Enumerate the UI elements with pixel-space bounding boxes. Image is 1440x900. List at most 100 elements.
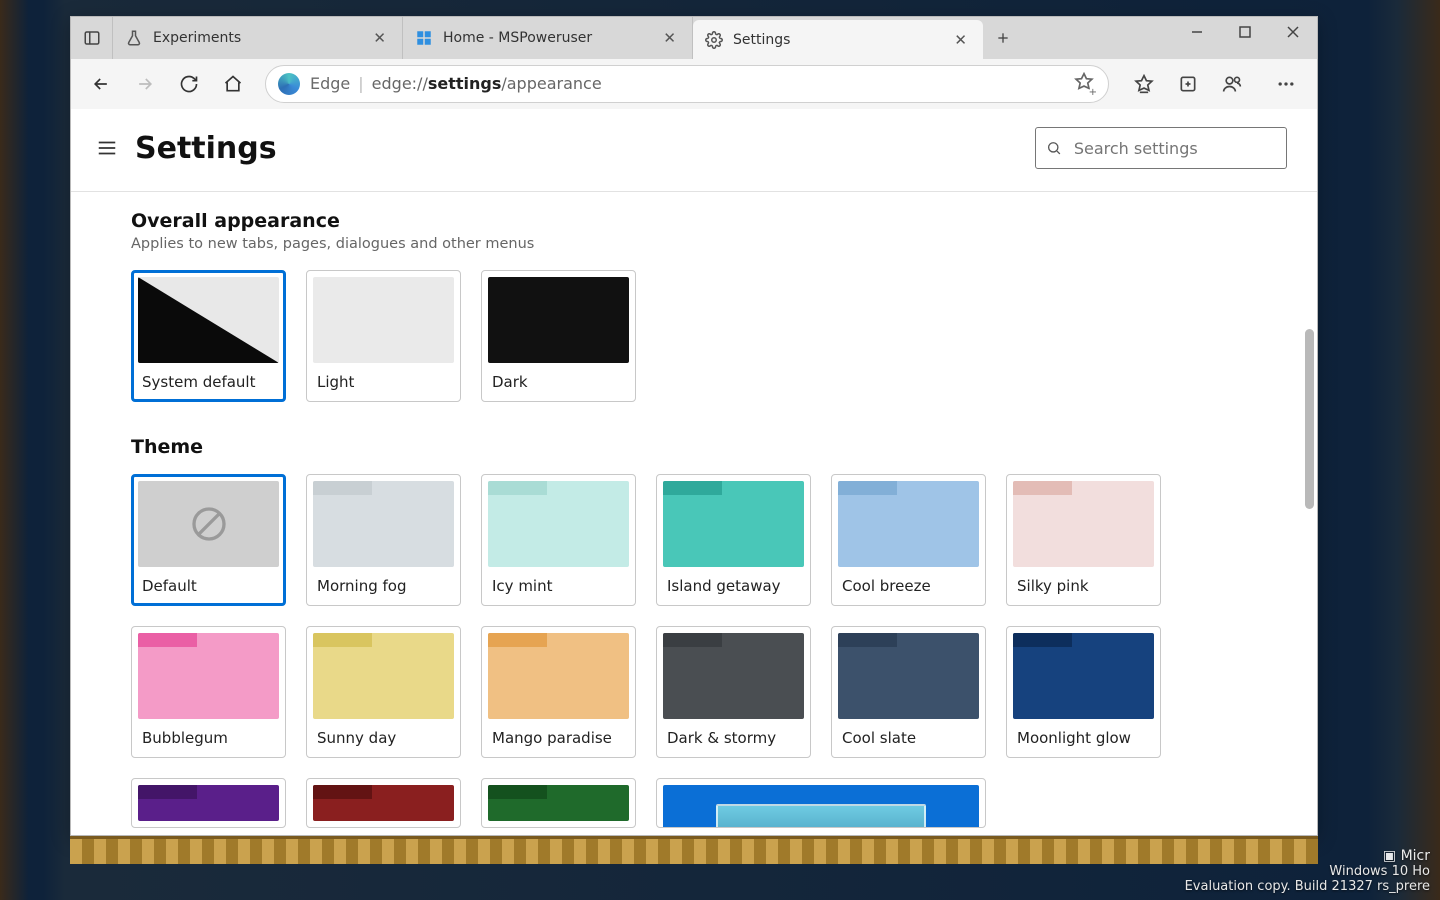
theme-swatch (313, 785, 454, 821)
add-favorite-button[interactable]: + (1074, 72, 1094, 96)
card-label: Island getaway (663, 567, 804, 599)
theme-option-partial[interactable] (306, 778, 461, 828)
appearance-options: System default Light Dark (131, 270, 1257, 402)
settings-content: Settings Overall appearance Applies to n… (71, 109, 1317, 835)
back-button[interactable] (81, 65, 121, 103)
theme-swatch (138, 785, 279, 821)
card-label: Moonlight glow (1013, 719, 1154, 751)
theme-title: Theme (131, 436, 1257, 458)
favorites-button[interactable] (1123, 65, 1165, 103)
theme-swatch (1013, 633, 1154, 719)
vertical-tabs-button[interactable] (71, 17, 113, 59)
separator: | (358, 74, 363, 93)
card-label: Morning fog (313, 567, 454, 599)
toolbar-actions (1123, 65, 1307, 103)
theme-option-moonlight-glow[interactable]: Moonlight glow (1006, 626, 1161, 758)
home-button[interactable] (213, 65, 253, 103)
card-label: Default (138, 567, 279, 599)
more-button[interactable] (1265, 65, 1307, 103)
theme-swatch (488, 633, 629, 719)
theme-option-island-getaway[interactable]: Island getaway (656, 474, 811, 606)
window-minimize[interactable] (1173, 17, 1221, 47)
appearance-option-system-default[interactable]: System default (131, 270, 286, 402)
flask-icon (125, 29, 143, 47)
new-tab-button[interactable] (983, 17, 1023, 59)
theme-swatch (488, 785, 629, 821)
tab-label: Home - MSPoweruser (443, 30, 592, 46)
theme-swatch (838, 633, 979, 719)
appearance-swatch (488, 277, 629, 363)
address-source-label: Edge (310, 74, 350, 93)
close-icon[interactable]: ✕ (369, 25, 390, 51)
tab-mspoweruser[interactable]: Home - MSPoweruser ✕ (403, 17, 693, 59)
theme-option-cool-breeze[interactable]: Cool breeze (831, 474, 986, 606)
card-label: Cool breeze (838, 567, 979, 599)
theme-option-morning-fog[interactable]: Morning fog (306, 474, 461, 606)
theme-option-cool-slate[interactable]: Cool slate (831, 626, 986, 758)
theme-swatch (663, 633, 804, 719)
overall-appearance-subtitle: Applies to new tabs, pages, dialogues an… (131, 236, 1257, 252)
card-label: Cool slate (838, 719, 979, 751)
tab-label: Settings (733, 32, 790, 48)
theme-option-dark-stormy[interactable]: Dark & stormy (656, 626, 811, 758)
window-close[interactable] (1269, 17, 1317, 47)
address-url: edge://settings/appearance (372, 74, 602, 93)
theme-option-image-theme[interactable] (656, 778, 986, 828)
tab-label: Experiments (153, 30, 241, 46)
card-label: System default (138, 363, 279, 395)
forward-button[interactable] (125, 65, 165, 103)
edge-icon (278, 73, 300, 95)
close-icon[interactable]: ✕ (659, 25, 680, 51)
titlebar: Experiments ✕ Home - MSPoweruser ✕ Setti… (71, 17, 1317, 59)
tab-settings[interactable]: Settings ✕ (693, 20, 983, 59)
card-label: Mango paradise (488, 719, 629, 751)
theme-option-icy-mint[interactable]: Icy mint (481, 474, 636, 606)
tab-experiments[interactable]: Experiments ✕ (113, 17, 403, 59)
search-settings-input[interactable] (1074, 139, 1276, 158)
card-label: Light (313, 363, 454, 395)
appearance-option-light[interactable]: Light (306, 270, 461, 402)
theme-option-partial[interactable] (131, 778, 286, 828)
window-controls (1173, 17, 1317, 59)
close-icon[interactable]: ✕ (950, 27, 971, 53)
card-label: Icy mint (488, 567, 629, 599)
toolbar: Edge | edge://settings/appearance + (71, 59, 1317, 109)
appearance-swatch (313, 277, 454, 363)
divider (71, 191, 1317, 192)
card-label: Bubblegum (138, 719, 279, 751)
overall-appearance-title: Overall appearance (131, 210, 1257, 232)
theme-option-default[interactable]: Default (131, 474, 286, 606)
theme-options-row3 (131, 778, 1257, 828)
settings-header: Settings (71, 109, 1317, 191)
appearance-swatch (138, 277, 279, 363)
collections-button[interactable] (1167, 65, 1209, 103)
appearance-option-dark[interactable]: Dark (481, 270, 636, 402)
profile-button[interactable] (1211, 65, 1253, 103)
theme-option-mango-paradise[interactable]: Mango paradise (481, 626, 636, 758)
theme-swatch (663, 785, 979, 828)
theme-swatch (663, 481, 804, 567)
theme-option-silky-pink[interactable]: Silky pink (1006, 474, 1161, 606)
theme-swatch (138, 633, 279, 719)
theme-swatch (313, 481, 454, 567)
settings-menu-button[interactable] (93, 134, 121, 162)
theme-option-partial[interactable] (481, 778, 636, 828)
tab-strip: Experiments ✕ Home - MSPoweruser ✕ Setti… (113, 17, 1023, 59)
address-bar[interactable]: Edge | edge://settings/appearance + (265, 65, 1109, 103)
card-label: Silky pink (1013, 567, 1154, 599)
theme-swatch (1013, 481, 1154, 567)
theme-option-sunny-day[interactable]: Sunny day (306, 626, 461, 758)
scrollbar-thumb[interactable] (1305, 329, 1314, 509)
gear-icon (705, 31, 723, 49)
windows-icon (415, 29, 433, 47)
theme-option-bubblegum[interactable]: Bubblegum (131, 626, 286, 758)
theme-options: Default Morning fog Icy mint Island getaway… (131, 474, 1257, 758)
search-settings[interactable] (1035, 127, 1287, 169)
theme-swatch (488, 481, 629, 567)
card-label: Dark & stormy (663, 719, 804, 751)
decorative-frame (70, 836, 1318, 864)
refresh-button[interactable] (169, 65, 209, 103)
windows-watermark: ▣ Micr Windows 10 Ho Evaluation copy. Bu… (1185, 848, 1430, 894)
window-maximize[interactable] (1221, 17, 1269, 47)
card-label: Sunny day (313, 719, 454, 751)
